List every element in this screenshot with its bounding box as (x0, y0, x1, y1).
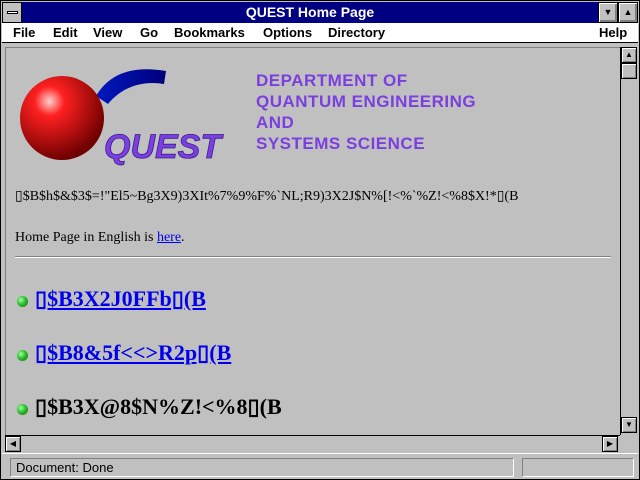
menu-options[interactable]: Options (263, 25, 312, 40)
item-link[interactable]: ▯$B8&5f<<>R2p▯(B (35, 340, 231, 366)
dept-line: SYSTEMS SCIENCE (256, 134, 426, 153)
menu-bar: File Edit View Go Bookmarks Options Dire… (2, 23, 638, 43)
dept-line: QUANTUM ENGINEERING (256, 92, 477, 111)
scroll-up-button[interactable]: ▲ (621, 47, 637, 63)
menu-help[interactable]: Help (599, 25, 627, 40)
status-bar: Document: Done (2, 453, 638, 479)
menu-view[interactable]: View (93, 25, 122, 40)
english-suffix: . (181, 230, 185, 245)
triangle-right-icon: ▶ (606, 439, 614, 448)
green-bullet-icon (17, 296, 28, 307)
logo-text: QUEST (104, 128, 224, 166)
menu-go[interactable]: Go (140, 25, 158, 40)
triangle-down-icon: ▼ (603, 7, 613, 17)
window-title: QUEST Home Page (245, 4, 375, 20)
menu-bookmarks[interactable]: Bookmarks (174, 25, 245, 40)
page-content: QUEST DEPARTMENT OF QUANTUM ENGINEERING … (5, 47, 620, 435)
scroll-down-button[interactable]: ▼ (621, 417, 637, 433)
quest-logo: QUEST (20, 69, 225, 166)
browser-window: QUEST Home Page ▼ ▲ File Edit View Go Bo… (0, 0, 640, 480)
dept-line: AND (256, 113, 295, 132)
maximize-button[interactable]: ▲ (618, 2, 638, 23)
menu-edit[interactable]: Edit (53, 25, 78, 40)
logo-sphere (20, 76, 104, 160)
triangle-up-icon: ▲ (623, 7, 633, 17)
green-bullet-icon (17, 404, 28, 415)
dept-line: DEPARTMENT OF (256, 71, 408, 90)
system-menu-button[interactable] (2, 2, 22, 23)
item-text: ▯$B3X@8$N%Z!<%8▯(B (35, 394, 282, 419)
department-heading: DEPARTMENT OF QUANTUM ENGINEERING AND SY… (256, 70, 476, 154)
scroll-right-button[interactable]: ▶ (602, 436, 618, 452)
status-text: Document: Done (10, 458, 514, 477)
title-bar[interactable]: QUEST Home Page ▼ ▲ (2, 2, 638, 23)
triangle-up-icon: ▲ (625, 50, 633, 59)
vertical-scroll-thumb[interactable] (621, 63, 637, 79)
vertical-scrollbar[interactable]: ▲ ▼ (620, 47, 637, 435)
english-here-link[interactable]: here (157, 230, 181, 245)
horizontal-rule (15, 256, 611, 258)
scrollbar-corner (620, 435, 637, 452)
scroll-left-button[interactable]: ◀ (5, 436, 21, 452)
horizontal-scrollbar[interactable]: ◀ ▶ (5, 435, 620, 452)
menu-directory[interactable]: Directory (328, 25, 385, 40)
item-link[interactable]: ▯$B3X2J0FFb▯(B (35, 286, 206, 312)
english-prefix: Home Page in English is (15, 230, 157, 245)
intro-text: ▯$B$h$&$3$=!"El5~Bg3X9)3XIt%7%9%F%`NL;R9… (15, 189, 519, 204)
minimize-button[interactable]: ▼ (598, 2, 618, 23)
triangle-left-icon: ◀ (9, 439, 17, 448)
menu-file[interactable]: File (13, 25, 35, 40)
triangle-down-icon: ▼ (625, 420, 633, 429)
green-bullet-icon (17, 350, 28, 361)
logo-swoosh (96, 69, 166, 104)
progress-indicator (522, 458, 634, 477)
system-menu-icon (7, 11, 18, 14)
english-home-line: Home Page in English is here. (15, 230, 185, 246)
